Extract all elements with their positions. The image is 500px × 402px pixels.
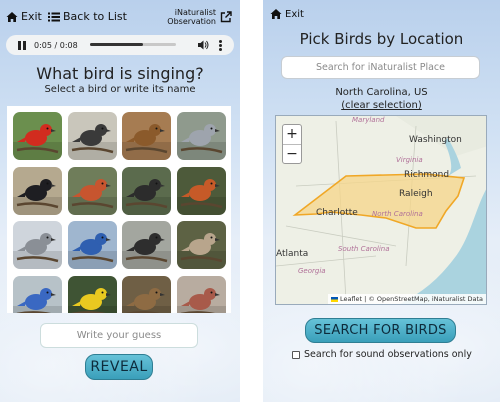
bird-photo [122,275,171,313]
bird-option-titmouse[interactable] [176,112,226,160]
map-attribution: Leaflet | © OpenStreetMap, iNaturalist D… [327,294,486,304]
exit-button[interactable]: Exit [6,10,42,23]
map-label-charlotte: Charlotte [316,208,358,218]
clear-selection-link[interactable]: (clear selection) [263,100,500,111]
bird-photo [176,112,226,160]
bird-option-mourning-dove[interactable] [176,221,226,269]
map-label-north-carolina: North Carolina [372,210,423,218]
audio-player: 0:05 / 0:08 [6,35,234,55]
map-label-atlanta: Atlanta [276,249,308,259]
inaturalist-observation-link[interactable]: iNaturalist Observation [167,8,216,26]
bird-photo [13,275,62,313]
bird-option-woodpecker[interactable] [67,166,117,215]
bird-option-bluebird[interactable] [13,275,62,313]
more-options-icon[interactable] [219,40,222,52]
pick-location-screen: Exit Pick Birds by Location Search for i… [263,0,500,402]
reveal-button[interactable]: REVEAL [85,354,153,380]
bird-photo [13,166,62,215]
bird-photo [176,221,226,269]
page-title: Pick Birds by Location [299,30,464,48]
map-label-raleigh: Raleigh [399,189,433,199]
attribution-text: | © OpenStreetMap, iNaturalist Data [364,295,483,303]
sound-only-checkbox[interactable] [292,350,300,359]
bird-option-sparrow[interactable] [122,275,171,313]
selected-location: North Carolina, US [335,87,428,98]
exit-label: Exit [285,8,304,20]
ukraine-flag-icon [330,296,338,302]
bird-photo [67,275,117,313]
inat-line2: Observation [167,17,216,26]
search-for-birds-button[interactable]: SEARCH FOR BIRDS [305,318,456,343]
bird-photo [176,166,226,215]
audio-progress-bar[interactable] [90,43,176,46]
zoom-in-button[interactable]: + [283,125,301,144]
bird-photo [122,221,171,269]
bird-option-blue-jay[interactable] [67,221,117,269]
back-to-list-label: Back to List [63,10,127,23]
map-zoom-control: + − [282,124,302,164]
home-icon [270,9,282,19]
map-label-washington: Washington [409,135,462,145]
map-label-richmond: Richmond [404,170,449,180]
guess-bird-screen: Exit Back to List iNaturalist Observatio… [0,0,240,402]
bird-photo [176,275,226,313]
map-label-virginia: Virginia [396,156,423,164]
bird-option-robin[interactable] [176,166,226,215]
bird-option-grackle[interactable] [13,166,62,215]
sound-only-option[interactable]: Search for sound observations only [292,349,472,360]
audio-progress-fill [90,43,144,46]
bird-option-mockingbird[interactable] [13,221,62,269]
home-icon [6,11,18,22]
exit-button[interactable]: Exit [270,8,304,20]
bird-photo [13,221,62,269]
guess-input[interactable]: Write your guess [40,323,198,348]
exit-label: Exit [21,10,42,23]
bird-option-wren[interactable] [122,112,171,160]
map-canvas[interactable]: Washington Maryland Virginia Richmond Ra… [276,116,487,305]
pause-icon[interactable] [18,40,26,50]
map-label-maryland: Maryland [352,116,385,124]
leaflet-link[interactable]: Leaflet [340,295,362,303]
top-bar: Exit Back to List iNaturalist Observatio… [6,8,234,32]
external-link-icon[interactable] [220,11,232,23]
inat-line1: iNaturalist [174,8,216,17]
map-label-south-carolina: South Carolina [338,245,390,253]
bird-option-towhee[interactable] [122,166,171,215]
bird-option-house-finch[interactable] [176,275,226,313]
bird-photo [67,166,117,215]
bird-choice-grid [7,106,231,313]
bird-photo [122,166,171,215]
question-subheading: Select a bird or write its name [44,84,196,95]
location-map[interactable]: Washington Maryland Virginia Richmond Ra… [275,115,487,305]
bird-option-cardinal[interactable] [13,112,62,160]
volume-icon[interactable] [198,40,209,50]
question-heading: What bird is singing? [36,64,204,83]
bird-photo [122,112,171,160]
zoom-out-button[interactable]: − [283,144,301,163]
bird-photo [67,221,117,269]
audio-time: 0:05 / 0:08 [34,40,78,50]
back-to-list-button[interactable]: Back to List [48,10,127,23]
bird-photo [67,112,117,160]
sound-only-label: Search for sound observations only [304,349,472,360]
place-search-input[interactable]: Search for iNaturalist Place [281,56,480,79]
list-icon [48,12,60,21]
bird-option-downy-woodpecker[interactable] [122,221,171,269]
bird-photo [13,112,62,160]
map-label-georgia: Georgia [298,267,326,275]
bird-option-goldfinch[interactable] [67,275,117,313]
bird-option-chickadee[interactable] [67,112,117,160]
